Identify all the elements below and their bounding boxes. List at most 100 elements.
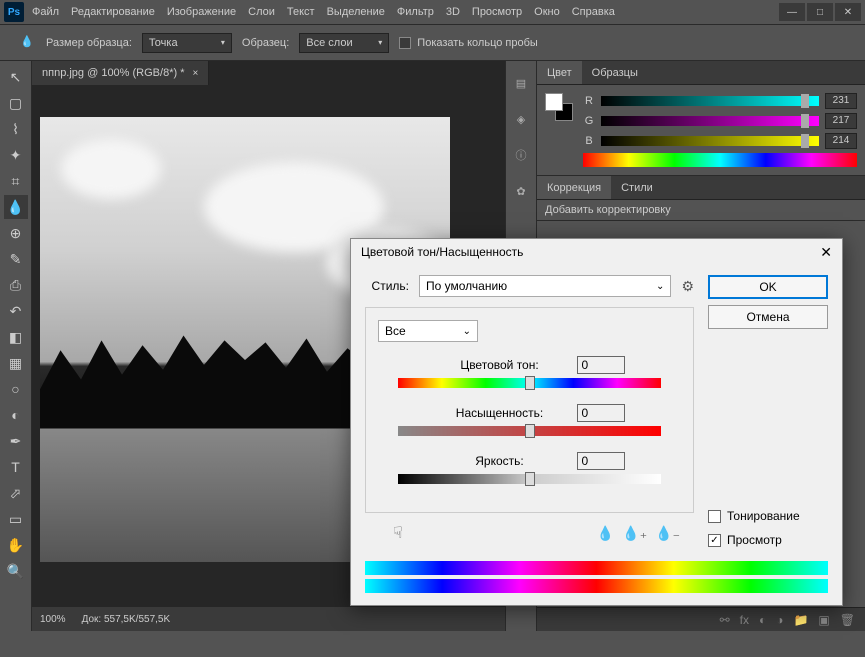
window-controls: — □ ✕ — [779, 3, 861, 21]
menu-image[interactable]: Изображение — [167, 6, 236, 18]
new-layer-icon[interactable]: ▣ — [818, 613, 829, 627]
maximize-button[interactable]: □ — [807, 3, 833, 21]
r-value[interactable]: 231 — [825, 93, 857, 109]
eyedropper-add-icon[interactable]: 💧₊ — [622, 525, 647, 542]
eyedropper-sub-icon[interactable]: 💧₋ — [655, 525, 680, 542]
color-panel: Цвет Образцы R 231 — [537, 61, 865, 176]
link-icon[interactable]: ⚯ — [720, 613, 730, 627]
path-tool[interactable]: ⬀ — [4, 481, 28, 505]
hue-value[interactable]: 0 — [577, 356, 625, 374]
g-slider[interactable] — [601, 116, 819, 126]
show-ring-checkbox[interactable]: Показать кольцо пробы — [399, 37, 538, 49]
blur-tool[interactable]: ○ — [4, 377, 28, 401]
lightness-value[interactable]: 0 — [577, 452, 625, 470]
hand-tool[interactable]: ✋ — [4, 533, 28, 557]
dialog-title-text: Цветовой тон/Насыщенность — [361, 245, 523, 259]
saturation-value[interactable]: 0 — [577, 404, 625, 422]
b-value[interactable]: 214 — [825, 133, 857, 149]
spectrum-picker[interactable] — [583, 153, 857, 167]
eyedropper-icon: 💧 — [20, 35, 36, 51]
color-swatches[interactable] — [545, 93, 573, 121]
crop-tool[interactable]: ⌗ — [4, 169, 28, 193]
fg-color-swatch[interactable] — [545, 93, 563, 111]
colorize-checkbox[interactable]: Тонирование — [708, 509, 828, 523]
r-slider[interactable] — [601, 96, 819, 106]
move-tool[interactable]: ↖ — [4, 65, 28, 89]
channel-select[interactable]: Все — [378, 320, 478, 342]
dialog-titlebar[interactable]: Цветовой тон/Насыщенность ✕ — [351, 239, 842, 265]
g-value[interactable]: 217 — [825, 113, 857, 129]
brush-tool[interactable]: ✎ — [4, 247, 28, 271]
brushes-panel-icon[interactable]: ✿ — [511, 181, 531, 201]
status-bar: 100% Док: 557,5K/557,5K — [32, 607, 505, 631]
menu-filter[interactable]: Фильтр — [397, 6, 434, 18]
adjustments-panel: Коррекция Стили Добавить корректировку — [537, 176, 865, 221]
marquee-tool[interactable]: ▢ — [4, 91, 28, 115]
trash-icon[interactable]: 🗑 — [840, 613, 855, 627]
sample-layers-select[interactable]: Все слои — [299, 33, 389, 53]
close-button[interactable]: ✕ — [835, 3, 861, 21]
tab-adjustments[interactable]: Коррекция — [537, 176, 611, 199]
pen-tool[interactable]: ✒ — [4, 429, 28, 453]
g-label: G — [583, 115, 595, 127]
lasso-tool[interactable]: ⌇ — [4, 117, 28, 141]
ok-button[interactable]: OK — [708, 275, 828, 299]
tab-styles[interactable]: Стили — [611, 176, 663, 199]
document-tab-label: nпnp.jpg @ 100% (RGB/8*) * — [42, 67, 184, 79]
stamp-tool[interactable]: ⎙ — [4, 273, 28, 297]
menu-window[interactable]: Окно — [534, 6, 560, 18]
menu-3d[interactable]: 3D — [446, 6, 460, 18]
eyedropper-set-icon[interactable]: 💧 — [597, 525, 614, 542]
history-brush-tool[interactable]: ↶ — [4, 299, 28, 323]
saturation-slider[interactable] — [398, 426, 661, 436]
menu-view[interactable]: Просмотр — [472, 6, 522, 18]
properties-panel-icon[interactable]: ◈ — [511, 109, 531, 129]
fill-adj-icon[interactable]: ◑ — [776, 613, 783, 627]
zoom-level[interactable]: 100% — [40, 614, 66, 625]
minimize-button[interactable]: — — [779, 3, 805, 21]
dodge-tool[interactable]: ◐ — [4, 403, 28, 427]
menu-text[interactable]: Текст — [287, 6, 315, 18]
sample-size-label: Размер образца: — [46, 37, 132, 49]
eyedropper-tool[interactable]: 💧 — [4, 195, 28, 219]
history-panel-icon[interactable]: ▤ — [511, 73, 531, 93]
tab-color[interactable]: Цвет — [537, 61, 582, 84]
zoom-tool[interactable]: 🔍 — [4, 559, 28, 583]
mask-icon[interactable]: ◐ — [759, 613, 766, 627]
heal-tool[interactable]: ⊕ — [4, 221, 28, 245]
preview-checkbox[interactable]: ✓ Просмотр — [708, 533, 828, 547]
lightness-label: Яркость: — [435, 454, 565, 468]
eraser-tool[interactable]: ◧ — [4, 325, 28, 349]
hue-reference-bar-bottom — [365, 579, 828, 593]
checkbox-checked-icon: ✓ — [708, 534, 721, 547]
menu-layers[interactable]: Слои — [248, 6, 275, 18]
shape-tool[interactable]: ▭ — [4, 507, 28, 531]
tab-swatches[interactable]: Образцы — [582, 61, 648, 84]
hue-slider[interactable] — [398, 378, 661, 388]
menu-edit[interactable]: Редактирование — [71, 6, 155, 18]
wand-tool[interactable]: ✦ — [4, 143, 28, 167]
menu-file[interactable]: Файл — [32, 6, 59, 18]
app-logo: Ps — [4, 2, 24, 22]
type-tool[interactable]: T — [4, 455, 28, 479]
cancel-button[interactable]: Отмена — [708, 305, 828, 329]
b-label: B — [583, 135, 595, 147]
document-tab[interactable]: nпnp.jpg @ 100% (RGB/8*) * × — [32, 61, 209, 85]
add-adjustment-label: Добавить корректировку — [537, 200, 865, 220]
fx-icon[interactable]: fx — [740, 613, 749, 627]
scrubby-icon[interactable]: ☟ — [379, 519, 417, 547]
hue-reference-bar-top — [365, 561, 828, 575]
gradient-tool[interactable]: ▦ — [4, 351, 28, 375]
dialog-close-icon[interactable]: ✕ — [820, 244, 832, 261]
sample-size-select[interactable]: Точка — [142, 33, 232, 53]
preset-select[interactable]: По умолчанию — [419, 275, 671, 297]
info-panel-icon[interactable]: ⓘ — [511, 145, 531, 165]
menu-select[interactable]: Выделение — [327, 6, 385, 18]
settings-icon[interactable]: ⚙ — [681, 278, 694, 295]
close-tab-icon[interactable]: × — [192, 68, 198, 79]
b-slider[interactable] — [601, 136, 819, 146]
hue-saturation-dialog: Цветовой тон/Насыщенность ✕ Стиль: По ум… — [350, 238, 843, 606]
group-icon[interactable]: 📁 — [793, 613, 808, 627]
lightness-slider[interactable] — [398, 474, 661, 484]
menu-help[interactable]: Справка — [572, 6, 615, 18]
